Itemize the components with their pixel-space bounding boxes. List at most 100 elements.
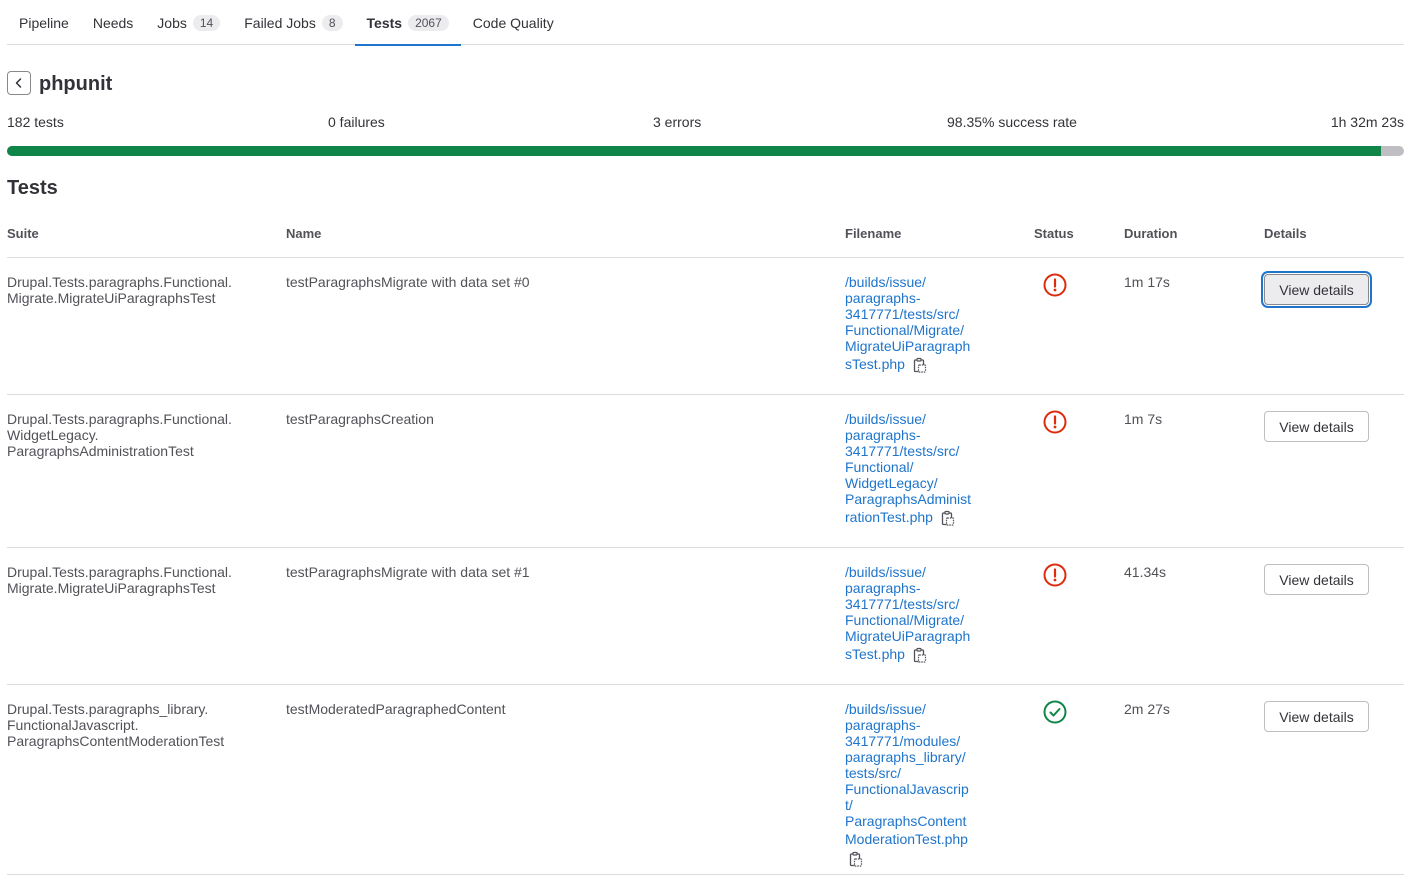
column-header-filename: Filename [845,226,902,241]
filename-link[interactable]: paragraphs- [845,290,985,306]
suite-name-line: Migrate.MigrateUiParagraphsTest [7,290,216,306]
view-details-button[interactable]: View details [1264,564,1369,595]
filename-link[interactable]: rationTest.php [845,509,985,526]
tests-count: 182 tests [7,114,64,130]
pipeline-tabs: Pipeline Needs Jobs 14 Failed Jobs 8 Tests… [7,0,1404,46]
filename-link[interactable]: 3417771/modules/ [845,733,985,749]
table-header: Suite Name Filename Status Duration Deta… [7,215,1404,258]
filename-link[interactable]: paragraphs_library/ [845,749,985,765]
success-rate: 98.35% success rate [947,114,1077,130]
status-cell [1043,700,1067,727]
filename-link[interactable]: WidgetLegacy/ [845,475,985,491]
filename-link[interactable]: ModerationTest.php [845,831,985,847]
tab-label: Failed Jobs [244,14,316,31]
filename-link[interactable]: /builds/issue/ [845,564,985,580]
details-cell: View details [1264,701,1369,732]
error-circle-icon [1043,563,1067,587]
column-header-status: Status [1034,226,1074,241]
filename-link[interactable]: ParagraphsAdminist [845,491,985,507]
view-details-button[interactable]: View details [1264,411,1369,442]
suite-cell: Drupal.Tests.paragraphs.Functional. Migra… [7,564,267,596]
copy-icon[interactable] [941,510,955,526]
success-progress-bar [7,146,1404,156]
status-cell [1043,563,1067,590]
column-header-details: Details [1264,226,1307,241]
suite-name-line: WidgetLegacy. [7,427,99,443]
filename-link[interactable]: Functional/Migrate/ [845,322,985,338]
tab-pipeline[interactable]: Pipeline [7,0,81,45]
duration-cell: 1m 17s [1124,274,1170,290]
count-badge: 8 [321,14,343,31]
filename-link[interactable]: sTest.php [845,356,985,373]
progress-fill [7,146,1381,156]
count-badge: 2067 [408,14,449,31]
duration-cell: 2m 27s [1124,701,1170,717]
section-title: Tests [7,177,58,199]
tab-jobs[interactable]: Jobs 14 [145,0,232,45]
test-name: testParagraphsCreation [286,411,434,427]
duration-cell: 41.34s [1124,564,1167,580]
tab-label: Jobs [157,14,187,31]
filename-link[interactable]: /builds/issue/ [845,274,985,290]
duration-cell: 1m 7s [1124,411,1163,427]
view-details-button[interactable]: View details [1264,274,1369,305]
test-name: testParagraphsMigrate with data set #0 [286,274,530,290]
filename-link[interactable]: Functional/ [845,459,985,475]
tab-label: Needs [92,14,134,31]
tab-label: Tests [366,14,403,31]
filename-link[interactable]: paragraphs- [845,427,985,443]
table-row: Drupal.Tests.paragraphs.Functional. Migra… [7,258,1404,395]
tab-failed-jobs[interactable]: Failed Jobs 8 [232,0,354,45]
tab-code-quality[interactable]: Code Quality [461,0,566,45]
page-title: phpunit [39,73,113,95]
suite-cell: Drupal.Tests.paragraphs.Functional. Widge… [7,411,267,459]
table-row: Drupal.Tests.paragraphs.Functional. Widge… [7,395,1404,548]
table-row: Drupal.Tests.paragraphs_library. Function… [7,685,1404,875]
status-cell [1043,273,1067,300]
failures-count: 0 failures [328,114,385,130]
filename-link[interactable]: MigrateUiParagraph [845,628,985,644]
test-name: testParagraphsMigrate with data set #1 [286,564,530,580]
filename-link[interactable]: Functional/Migrate/ [845,612,985,628]
chevron-left-icon [15,78,22,88]
filename-link[interactable]: tests/src/ [845,765,985,781]
details-cell: View details [1264,411,1369,442]
filename-link[interactable]: t/ [845,797,985,813]
copy-icon[interactable] [849,851,863,867]
filename-link[interactable]: ParagraphsContent [845,813,985,829]
tab-label: Code Quality [472,14,554,31]
filename-link[interactable]: 3417771/tests/src/ [845,306,985,322]
error-circle-icon [1043,273,1067,297]
test-name: testModeratedParagraphedContent [286,701,506,717]
tests-table: Suite Name Filename Status Duration Deta… [7,215,1404,875]
filename-link[interactable]: paragraphs- [845,580,985,596]
filename-link[interactable]: 3417771/tests/src/ [845,596,985,612]
filename-link[interactable]: MigrateUiParagraph [845,338,985,354]
filename-cell: /builds/issue/paragraphs- 3417771/modules… [845,701,985,867]
filename-link[interactable]: sTest.php [845,646,985,663]
errors-count: 3 errors [653,114,702,130]
column-header-duration: Duration [1124,226,1178,241]
tab-needs[interactable]: Needs [81,0,145,45]
filename-link[interactable]: FunctionalJavascrip [845,781,985,797]
view-details-button[interactable]: View details [1264,701,1369,732]
filename-link[interactable]: /builds/issue/ [845,411,985,427]
details-cell: View details [1264,274,1369,305]
filename-link[interactable]: paragraphs- [845,717,985,733]
error-circle-icon [1043,410,1067,434]
suite-name-line: Migrate.MigrateUiParagraphsTest [7,580,216,596]
suite-name-line: FunctionalJavascript. [7,717,139,733]
suite-name-line: ParagraphsAdministrationTest [7,443,194,459]
suite-cell: Drupal.Tests.paragraphs_library. Function… [7,701,267,749]
copy-icon[interactable] [913,357,927,373]
check-circle-icon [1043,700,1067,724]
tab-tests[interactable]: Tests 2067 [354,0,462,46]
filename-link[interactable]: 3417771/tests/src/ [845,443,985,459]
tab-label: Pipeline [19,14,69,31]
back-button[interactable] [7,71,31,95]
table-row: Drupal.Tests.paragraphs.Functional. Migra… [7,548,1404,685]
suite-name-line: Drupal.Tests.paragraphs_library. [7,701,209,717]
copy-icon[interactable] [913,647,927,663]
count-badge: 14 [192,14,221,31]
filename-link[interactable]: /builds/issue/ [845,701,985,717]
